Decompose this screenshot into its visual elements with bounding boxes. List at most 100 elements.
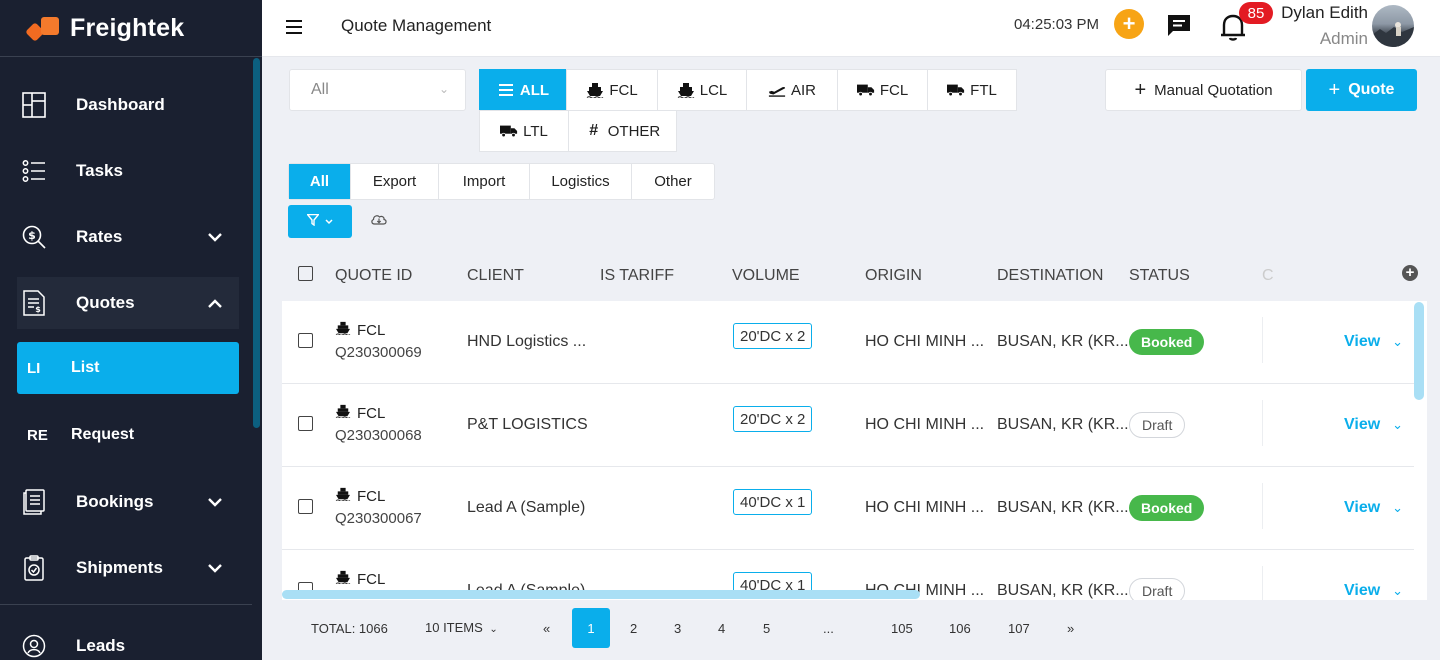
notification-count-badge: 85 [1239,2,1273,24]
sidebar-item-bookings[interactable]: Bookings [17,476,239,528]
sidebar-item-shipments[interactable]: Shipments [17,542,239,594]
chevron-down-icon[interactable]: ⌄ [1392,583,1403,599]
menu-icon[interactable] [286,20,302,34]
ship-icon [335,487,351,505]
mode-fcl-sea-button[interactable]: FCL [566,69,658,111]
table-row[interactable]: FCL Q230300067 Lead A (Sample) 40'DC x 1… [282,467,1414,550]
column-header-is-tariff[interactable]: IS TARIFF [600,267,674,285]
chevron-down-icon [325,216,333,228]
brand[interactable]: Freightek [0,0,262,57]
page-4[interactable]: 4 [718,621,725,636]
row-checkbox[interactable] [298,333,313,348]
view-button[interactable]: View ⌄ [1344,499,1403,517]
sidebar-item-tasks[interactable]: Tasks [17,145,239,197]
plane-icon [768,83,786,97]
type-logistics-button[interactable]: Logistics [530,164,632,199]
cloud-download-icon[interactable] [370,212,388,228]
table-header: QUOTE ID CLIENT IS TARIFF VOLUME ORIGIN … [282,255,1427,297]
column-divider [1262,400,1263,446]
mode-other-button[interactable]: # OTHER [568,110,677,152]
quote-id[interactable]: Q230300069 [335,344,422,361]
mode-lcl-button[interactable]: LCL [657,69,747,111]
new-quote-button[interactable]: + Quote [1306,69,1417,111]
quote-id[interactable]: Q230300068 [335,427,422,444]
origin: HO CHI MINH ... [865,416,985,433]
page-3[interactable]: 3 [674,621,681,636]
dashboard-icon [22,92,46,118]
mode-air-button[interactable]: AIR [746,69,838,111]
client-name: P&T LOGISTICS [467,416,588,433]
brand-logo-icon [25,17,64,42]
view-button[interactable]: View ⌄ [1344,582,1403,600]
filter-button[interactable] [288,205,352,238]
sidebar-item-request[interactable]: RE Request [17,409,239,461]
shipments-icon [22,555,46,581]
table-row[interactable]: FCL Q230300068 P&T LOGISTICS 20'DC x 2 H… [282,384,1414,467]
table-horizontal-scrollbar[interactable] [282,590,920,599]
page-5[interactable]: 5 [763,621,770,636]
column-header-status[interactable]: STATUS [1129,267,1190,285]
truck-icon [856,83,875,97]
page-105[interactable]: 105 [891,621,913,636]
sidebar-item-rates[interactable]: $ Rates [17,211,239,263]
add-column-icon[interactable]: + [1402,265,1418,281]
view-button[interactable]: View ⌄ [1344,416,1403,434]
sidebar-item-leads[interactable]: Leads [17,620,239,660]
row-mode: FCL [335,570,385,588]
chevron-down-icon[interactable]: ⌄ [1392,417,1403,433]
column-header-volume[interactable]: VOLUME [732,267,800,285]
select-all-checkbox[interactable] [298,266,313,281]
status-badge: Booked [1129,329,1205,355]
next-page-button[interactable]: » [1067,621,1074,636]
chevron-down-icon[interactable]: ⌄ [1392,500,1403,516]
page-1[interactable]: 1 [572,608,610,648]
type-filter-group: All Export Import Logistics Other [288,163,715,200]
view-button[interactable]: View ⌄ [1344,333,1403,351]
column-header-client[interactable]: CLIENT [467,267,524,285]
table-row[interactable]: FCL Q230300069 HND Logistics ... 20'DC x… [282,301,1414,384]
items-per-page-select[interactable]: 10 ITEMS ⌄ [425,620,498,635]
row-checkbox[interactable] [298,499,313,514]
destination: BUSAN, KR (KR... [997,333,1129,350]
manual-quotation-button[interactable]: + Manual Quotation [1105,69,1302,111]
row-checkbox[interactable] [298,416,313,431]
page-106[interactable]: 106 [949,621,971,636]
page-title: Quote Management [341,16,492,35]
table-vertical-scrollbar[interactable] [1414,302,1424,400]
chevron-down-icon[interactable]: ⌄ [1392,334,1403,350]
quote-id[interactable]: Q230300067 [335,510,422,527]
row-mode: FCL [335,321,385,339]
mode-ftl-button[interactable]: FTL [927,69,1017,111]
volume-badge: 40'DC x 1 [733,489,813,515]
mode-fcl-truck-button[interactable]: FCL [837,69,928,111]
page-2[interactable]: 2 [630,621,637,636]
status-badge: Draft [1129,578,1186,600]
category-select[interactable]: All ⌄ [289,69,466,111]
destination: BUSAN, KR (KR... [997,499,1129,516]
prev-page-button[interactable]: « [543,621,550,636]
quick-add-button[interactable]: + [1114,9,1144,39]
column-header-destination[interactable]: DESTINATION [997,267,1103,285]
row-mode: FCL [335,487,385,505]
sidebar-item-dashboard[interactable]: Dashboard [17,79,239,131]
user-name[interactable]: Dylan Edith [1281,3,1368,23]
chevron-down-icon [207,494,223,510]
type-import-button[interactable]: Import [439,164,530,199]
sidebar-item-list[interactable]: LI List [17,342,239,394]
sidebar-scrollbar[interactable] [253,58,260,428]
mode-all-button[interactable]: ALL [479,69,567,111]
mode-ltl-button[interactable]: LTL [479,110,569,152]
page-ellipsis[interactable]: ... [823,621,834,636]
client-name: HND Logistics ... [467,333,587,350]
column-header-origin[interactable]: ORIGIN [865,267,922,285]
type-other-button[interactable]: Other [632,164,714,199]
message-icon[interactable] [1165,12,1193,40]
column-header-truncated[interactable]: C [1262,267,1274,285]
page-107[interactable]: 107 [1008,621,1030,636]
type-all-button[interactable]: All [289,164,351,199]
type-export-button[interactable]: Export [351,164,439,199]
avatar[interactable] [1372,5,1414,47]
sidebar-item-quotes[interactable]: $ Quotes [17,277,239,329]
column-header-quote-id[interactable]: QUOTE ID [335,267,412,285]
brand-name: Freightek [70,13,185,42]
